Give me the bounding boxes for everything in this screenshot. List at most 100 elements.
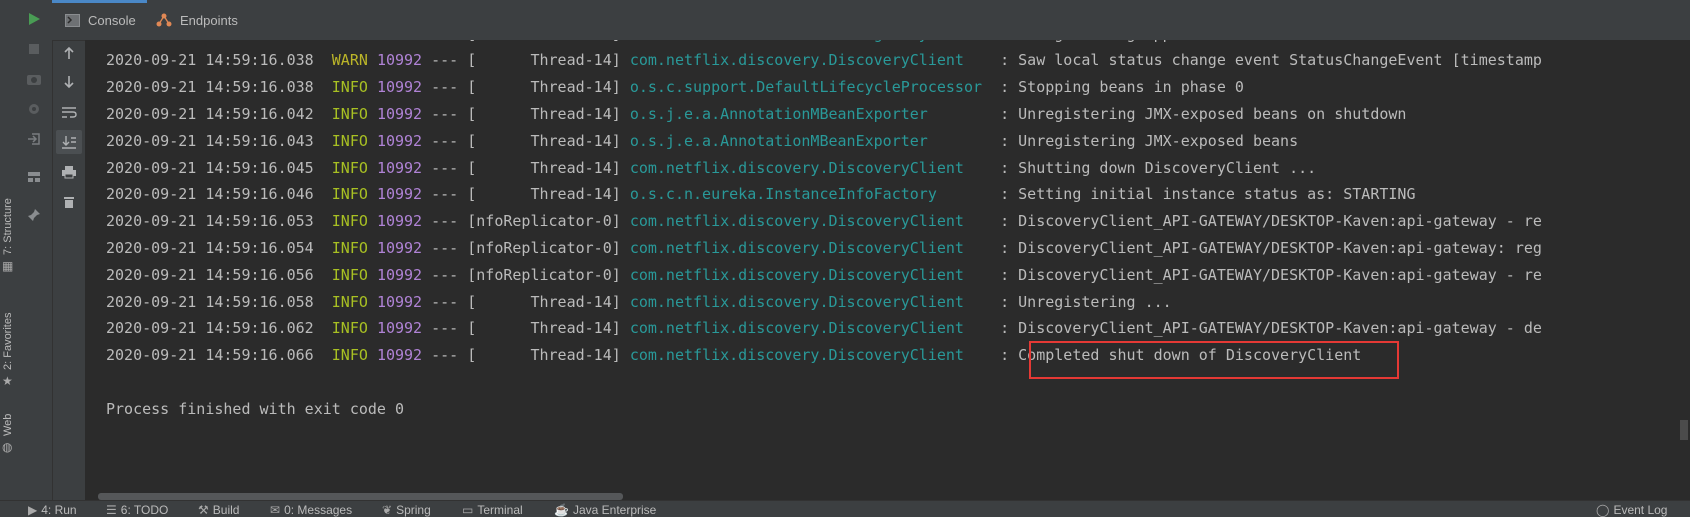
soft-wrap-button[interactable]: [56, 100, 82, 124]
log-message: : Unregistering application API-GATEWAY …: [1000, 40, 1542, 43]
log-thread: [ Thread-14]: [467, 131, 621, 150]
log-thread: [ Thread-14]: [467, 319, 621, 338]
log-level: INFO: [331, 104, 368, 123]
log-timestamp: 2020-09-21 14:59:16.046: [106, 185, 314, 204]
log-pid: 10992: [376, 265, 423, 284]
trash-icon: [64, 197, 74, 208]
log-separator: ---: [431, 212, 459, 231]
log-level: INFO: [331, 158, 368, 177]
scroll-to-end-button[interactable]: [56, 130, 82, 154]
pin-button[interactable]: [21, 203, 47, 227]
log-line: 2020-09-21 14:59:16.038 INFO 10992 --- […: [106, 76, 1244, 98]
side-tab-favorites-label: 2: Favorites: [2, 312, 14, 370]
log-level: INFO: [331, 346, 368, 365]
bottom-tab-build[interactable]: ⚒ Build: [198, 503, 239, 517]
bottom-tab-spring[interactable]: ❦ Spring: [382, 503, 431, 517]
layout-button[interactable]: [21, 165, 47, 189]
build-icon: ⚒: [198, 503, 209, 517]
console-output[interactable]: 2020-09-21 14:59:16.037 INFO 10992 --- […: [85, 40, 1690, 492]
log-thread: [nfoReplicator-0]: [467, 265, 621, 284]
clear-all-button[interactable]: [56, 190, 82, 214]
star-icon: ★: [2, 374, 13, 388]
log-message: : Setting initial instance status as: ST…: [1000, 185, 1416, 204]
print-button[interactable]: [56, 160, 82, 184]
scroll-up-button[interactable]: [56, 41, 82, 65]
tab-endpoints[interactable]: Endpoints: [156, 9, 238, 31]
log-separator: ---: [431, 292, 459, 311]
stop-button[interactable]: [21, 37, 47, 61]
terminal-icon: ▭: [462, 503, 474, 517]
log-line: 2020-09-21 14:59:16.053 INFO 10992 --- […: [106, 210, 1542, 232]
stop-icon: [29, 44, 39, 54]
process-finished-text: Process finished with exit code 0: [106, 400, 405, 418]
log-message: : Unregistering JMX-exposed beans on shu…: [1000, 104, 1407, 123]
highlight-box: [1029, 341, 1399, 379]
log-message: : Saw local status change event StatusCh…: [1000, 51, 1542, 70]
log-line: 2020-09-21 14:59:16.043 INFO 10992 --- […: [106, 130, 1298, 152]
log-pid: 10992: [376, 185, 423, 204]
bottom-tab-event-log[interactable]: ◯ Event Log: [1596, 503, 1667, 517]
log-line: 2020-09-21 14:59:16.062 INFO 10992 --- […: [106, 317, 1542, 339]
log-line: 2020-09-21 14:59:16.038 WARN 10992 --- […: [106, 49, 1542, 71]
bottom-toolbar: ▶ 4: Run ☰ 6: TODO ⚒ Build ✉ 0: Messages ❦ Sp…: [0, 500, 1690, 517]
side-tab-favorites[interactable]: 2: Favorites ★: [0, 298, 17, 388]
log-timestamp: 2020-09-21 14:59:16.038: [106, 51, 314, 70]
log-pid: 10992: [376, 51, 423, 70]
console-icon: [65, 13, 80, 27]
side-tab-structure-label: 7: Structure: [2, 198, 14, 255]
settings-button[interactable]: [21, 97, 47, 121]
log-timestamp: 2020-09-21 14:59:16.066: [106, 346, 314, 365]
log-pid: 10992: [377, 40, 422, 43]
run-icon: ▶: [28, 503, 38, 517]
log-message: : Shutting down DiscoveryClient ...: [1000, 158, 1317, 177]
bottom-tab-java-enterprise[interactable]: ☕ Java Enterprise: [554, 503, 656, 517]
exit-icon: [28, 133, 40, 145]
log-thread: [ Thread-14]: [467, 40, 621, 43]
log-logger: com.netflix.discovery.DiscoveryClient: [629, 292, 992, 311]
log-thread: [ Thread-14]: [467, 185, 621, 204]
event-log-icon: ◯: [1596, 503, 1610, 517]
tab-console-label: Console: [88, 12, 136, 28]
scroll-to-end-icon: [62, 136, 76, 149]
log-logger: com.netflix.discovery.DiscoveryClient: [629, 346, 992, 365]
horizontal-scrollbar[interactable]: [98, 493, 623, 500]
side-tab-web[interactable]: Web ◍: [0, 406, 17, 454]
bottom-tab-terminal[interactable]: ▭ Terminal: [462, 503, 523, 517]
side-tab-structure[interactable]: 7: Structure ▦: [0, 185, 17, 273]
bottom-tab-build-label: Build: [212, 503, 240, 517]
bottom-tab-todo[interactable]: ☰ 6: TODO: [106, 503, 168, 517]
log-pid: 10992: [376, 131, 423, 150]
print-icon: [62, 166, 76, 179]
log-pid: 10992: [376, 212, 423, 231]
log-logger: com.netflix.discovery.DiscoveryClient: [629, 158, 992, 177]
log-timestamp: 2020-09-21 14:59:16.037: [106, 40, 314, 43]
bottom-tab-spring-label: Spring: [396, 503, 431, 517]
dump-threads-button[interactable]: [21, 67, 47, 91]
rerun-button[interactable]: [21, 7, 47, 31]
endpoints-icon: [156, 13, 172, 27]
arrow-up-icon: [64, 46, 74, 59]
bottom-tab-run[interactable]: ▶ 4: Run: [28, 503, 77, 517]
tab-console[interactable]: Console: [65, 9, 136, 31]
log-logger: o.s.c.n.eureka.InstanceInfoFactory: [629, 185, 992, 204]
exit-button[interactable]: [21, 127, 47, 151]
bottom-tab-run-label: 4: Run: [41, 503, 77, 517]
vertical-scrollbar[interactable]: [1680, 420, 1688, 440]
log-line: 2020-09-21 14:59:16.045 INFO 10992 --- […: [106, 157, 1316, 179]
side-tab-web-label: Web: [2, 413, 14, 436]
log-level: INFO: [332, 40, 368, 43]
bottom-tab-messages[interactable]: ✉ 0: Messages: [270, 503, 352, 517]
log-separator: ---: [431, 185, 459, 204]
log-line: 2020-09-21 14:59:16.042 INFO 10992 --- […: [106, 103, 1406, 125]
messages-icon: ✉: [270, 503, 281, 517]
log-thread: [nfoReplicator-0]: [467, 238, 621, 257]
log-level: INFO: [331, 319, 368, 338]
arrow-down-icon: [64, 76, 74, 89]
spring-icon: ❦: [382, 503, 393, 517]
log-separator: ---: [431, 131, 459, 150]
log-timestamp: 2020-09-21 14:59:16.056: [106, 265, 314, 284]
log-message: : Unregistering ...: [1000, 292, 1172, 311]
log-thread: [ Thread-14]: [467, 78, 621, 97]
scroll-down-button[interactable]: [56, 70, 82, 94]
tab-endpoints-label: Endpoints: [180, 12, 238, 28]
